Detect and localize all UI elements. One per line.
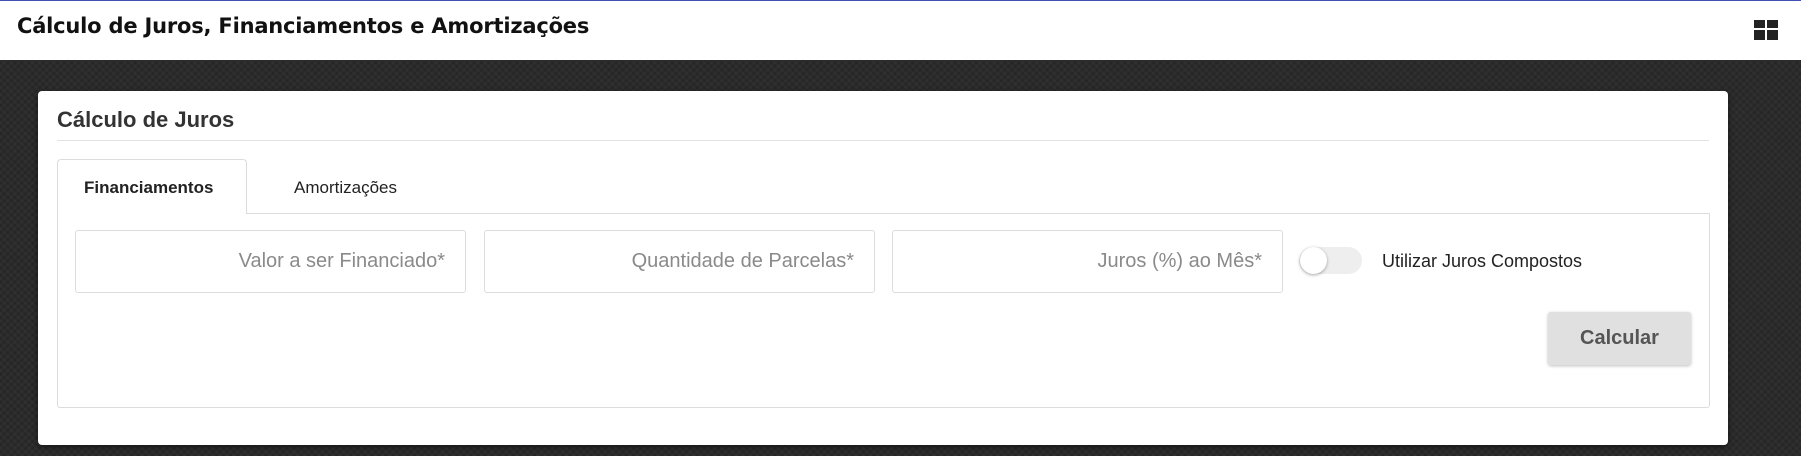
tab-amortizacoes[interactable]: Amortizações	[274, 159, 434, 214]
toggle-knob	[1300, 247, 1327, 274]
card-title: Cálculo de Juros	[57, 107, 235, 132]
quantidade-parcelas-field[interactable]	[484, 230, 875, 293]
app-title: Cálculo de Juros, Financiamentos e Amort…	[17, 14, 590, 38]
valor-financiado-input[interactable]	[76, 231, 465, 292]
juros-mes-field[interactable]	[892, 230, 1283, 293]
juros-compostos-toggle[interactable]	[1299, 247, 1362, 274]
grid-layout-icon[interactable]	[1754, 20, 1778, 40]
tab-financiamentos[interactable]: Financiamentos	[57, 159, 247, 214]
quantidade-parcelas-input[interactable]	[485, 231, 874, 292]
juros-mes-input[interactable]	[893, 231, 1282, 292]
calcular-button[interactable]: Calcular	[1548, 312, 1691, 365]
card-divider	[57, 140, 1709, 141]
calculator-card: Cálculo de Juros Financiamentos Amortiza…	[38, 91, 1728, 445]
valor-financiado-field[interactable]	[75, 230, 466, 293]
juros-compostos-label[interactable]: Utilizar Juros Compostos	[1382, 251, 1582, 272]
app-toolbar: Cálculo de Juros, Financiamentos e Amort…	[0, 0, 1801, 60]
